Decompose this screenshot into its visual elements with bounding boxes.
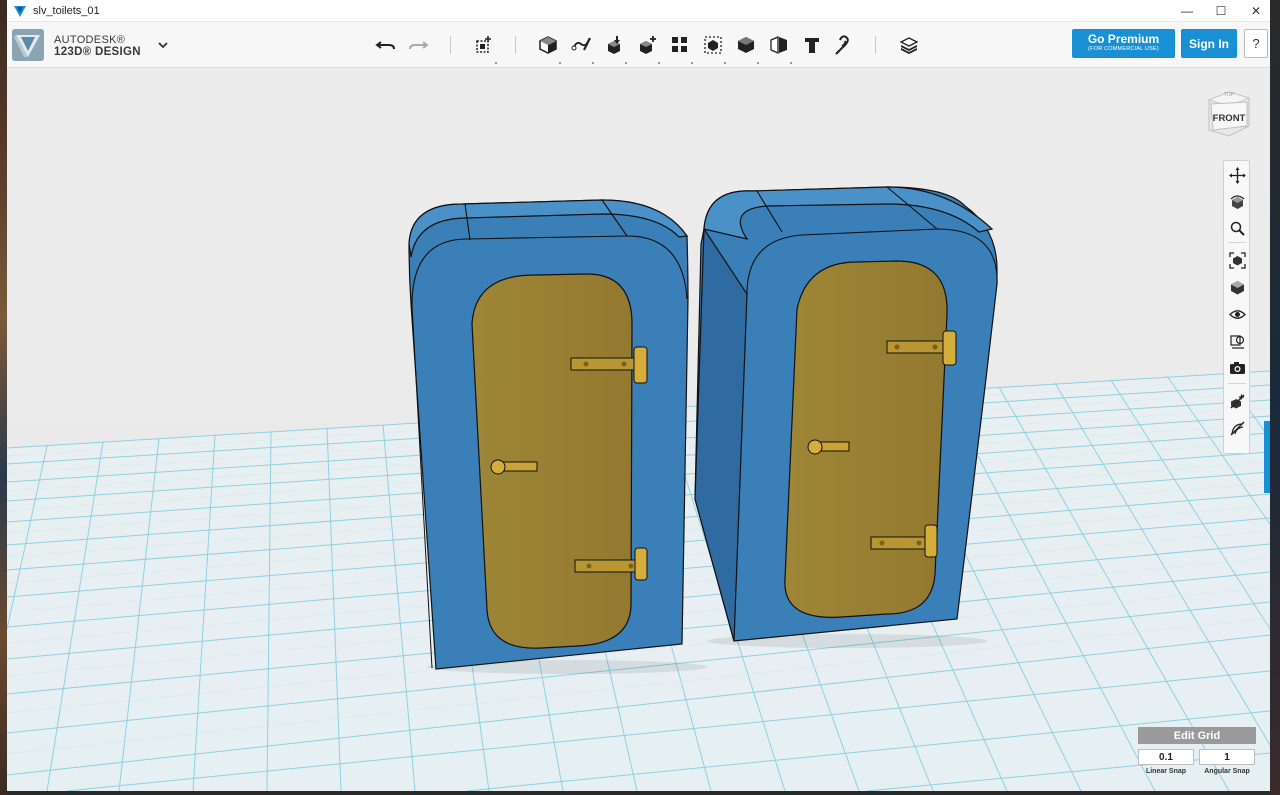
material-icon[interactable] xyxy=(896,32,922,58)
modify-icon[interactable] xyxy=(634,32,660,64)
sketch-icon[interactable] xyxy=(568,32,594,64)
autodesk-logo-icon[interactable] xyxy=(12,29,44,61)
zoom-icon[interactable] xyxy=(1227,218,1247,238)
edit-grid-button[interactable]: Edit Grid xyxy=(1138,727,1256,744)
3d-viewport[interactable]: TOP FRONT Edit Grid 0.1 1 Linear Snap An… xyxy=(7,69,1270,791)
title-bar: slv_toilets_01 — ☐ ✕ xyxy=(7,0,1270,22)
measure-icon[interactable] xyxy=(766,32,792,64)
side-panel-tab[interactable] xyxy=(1264,421,1270,493)
brand-line1: AUTODESK® xyxy=(54,34,126,46)
snap-icon[interactable] xyxy=(831,32,857,58)
view-mode-icon[interactable] xyxy=(1227,277,1247,297)
desktop-background xyxy=(0,0,7,795)
help-button[interactable]: ? xyxy=(1244,29,1268,58)
linear-snap-label: Linear Snap xyxy=(1145,768,1187,775)
toolbar-divider xyxy=(515,36,516,54)
brand-line2: 123D® DESIGN xyxy=(54,46,141,58)
navigation-bar xyxy=(1223,160,1250,454)
premium-label: Go Premium xyxy=(1087,32,1160,46)
close-button[interactable]: ✕ xyxy=(1239,0,1273,22)
undo-icon[interactable] xyxy=(373,32,399,58)
pattern-icon[interactable] xyxy=(667,32,693,64)
material-view-icon[interactable] xyxy=(1227,331,1247,351)
fit-icon[interactable] xyxy=(1227,250,1247,270)
text-icon[interactable] xyxy=(799,32,825,58)
grouping-icon[interactable] xyxy=(700,32,726,64)
scene-canvas[interactable] xyxy=(7,69,1270,791)
toilet-model-left[interactable] xyxy=(408,199,689,670)
hide-sketch-icon[interactable] xyxy=(1227,391,1247,411)
desktop-background-right xyxy=(1270,0,1280,795)
redo-icon[interactable] xyxy=(405,32,431,58)
linear-snap-input[interactable]: 0.1 xyxy=(1138,749,1194,765)
grid-panel: Edit Grid 0.1 1 Linear Snap Angular Snap xyxy=(1138,727,1256,783)
toolbar-divider xyxy=(450,36,451,54)
combine-icon[interactable] xyxy=(733,32,759,64)
premium-sublabel: (FOR COMMERCIAL USE) xyxy=(1088,46,1159,52)
svg-text:FRONT: FRONT xyxy=(1213,113,1246,124)
hide-mesh-icon[interactable] xyxy=(1227,418,1247,438)
angular-snap-input[interactable]: 1 xyxy=(1199,749,1255,765)
pan-icon[interactable] xyxy=(1227,165,1247,185)
sign-in-button[interactable]: Sign In xyxy=(1181,29,1237,58)
brand-name: AUTODESK® 123D® DESIGN xyxy=(54,34,141,58)
go-premium-button[interactable]: Go Premium (FOR COMMERCIAL USE) xyxy=(1072,29,1175,58)
visibility-icon[interactable] xyxy=(1227,304,1247,324)
screenshot-icon[interactable] xyxy=(1227,358,1247,378)
angular-snap-label: Angular Snap xyxy=(1204,768,1250,775)
app-icon xyxy=(14,5,26,17)
primitives-icon[interactable] xyxy=(535,32,561,64)
toilet-model-right[interactable] xyxy=(694,186,998,642)
app-menu-chevron-icon[interactable] xyxy=(156,38,170,52)
svg-text:TOP: TOP xyxy=(1224,92,1235,98)
construct-icon[interactable] xyxy=(601,32,627,64)
minimize-button[interactable]: — xyxy=(1170,0,1204,22)
app-toolbar: AUTODESK® 123D® DESIGN Go Premium (FOR C… xyxy=(7,22,1270,68)
orbit-icon[interactable] xyxy=(1227,192,1247,212)
toolbar-divider xyxy=(875,36,876,54)
maximize-button[interactable]: ☐ xyxy=(1204,0,1238,22)
app-window: slv_toilets_01 — ☐ ✕ AUTODESK® 123D® DES… xyxy=(7,0,1270,791)
window-title: slv_toilets_01 xyxy=(33,4,100,17)
transform-icon[interactable] xyxy=(471,32,497,64)
viewcube-icon[interactable]: TOP FRONT xyxy=(1205,86,1253,141)
